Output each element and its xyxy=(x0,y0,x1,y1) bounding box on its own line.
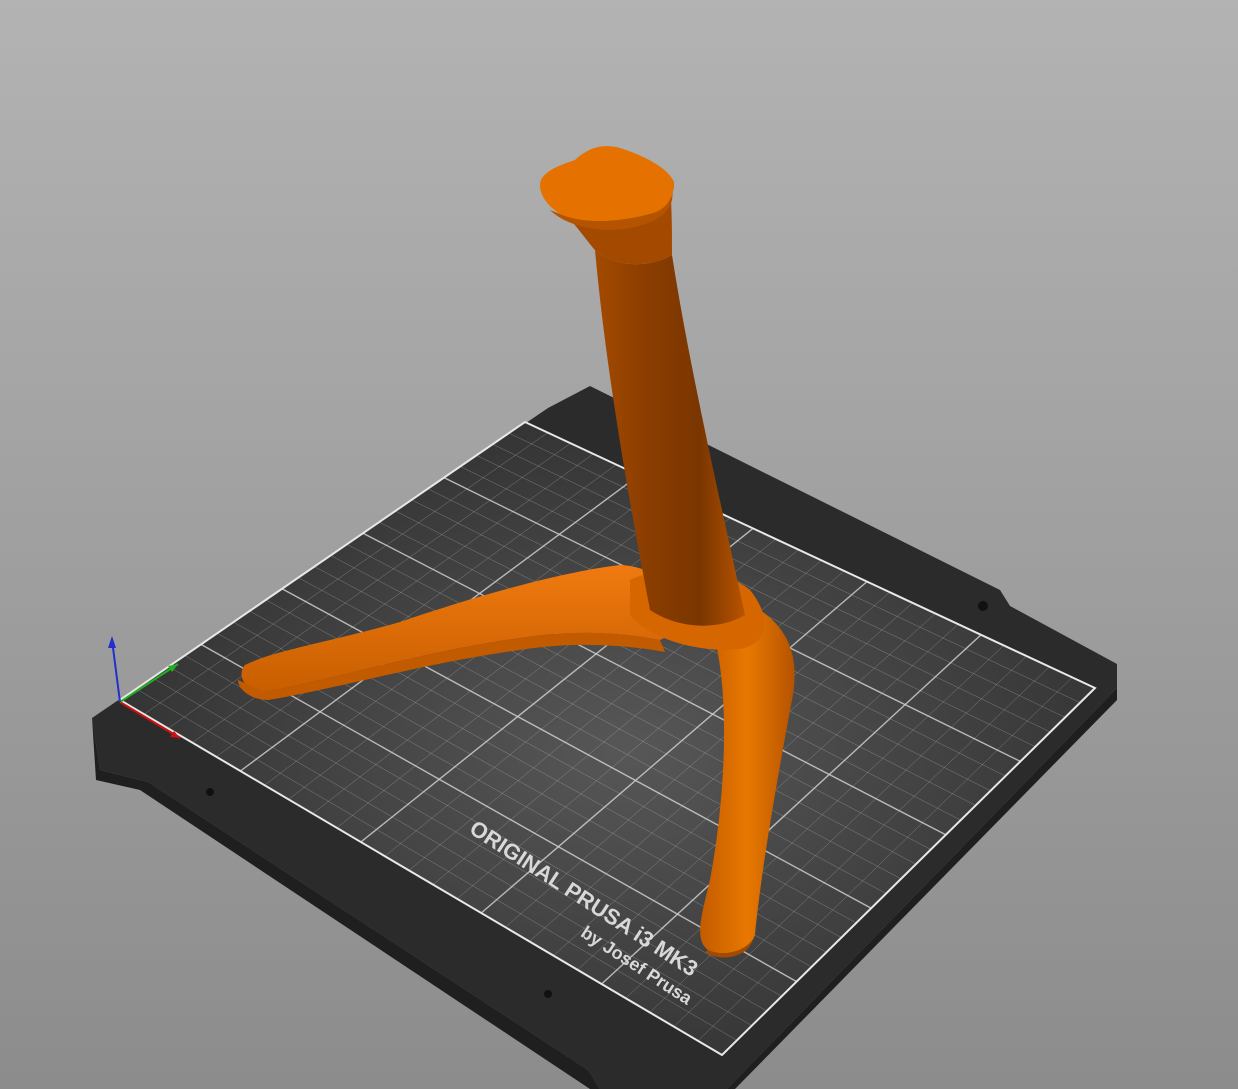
bed-screw-hole xyxy=(206,788,214,796)
3d-scene[interactable]: ORIGINAL PRUSA i3 MK3 by Josef Prusa xyxy=(0,0,1238,1089)
3d-viewport[interactable]: ORIGINAL PRUSA i3 MK3 by Josef Prusa xyxy=(0,0,1238,1089)
bed-screw-hole xyxy=(544,990,552,998)
bed-screw-hole xyxy=(978,601,988,611)
